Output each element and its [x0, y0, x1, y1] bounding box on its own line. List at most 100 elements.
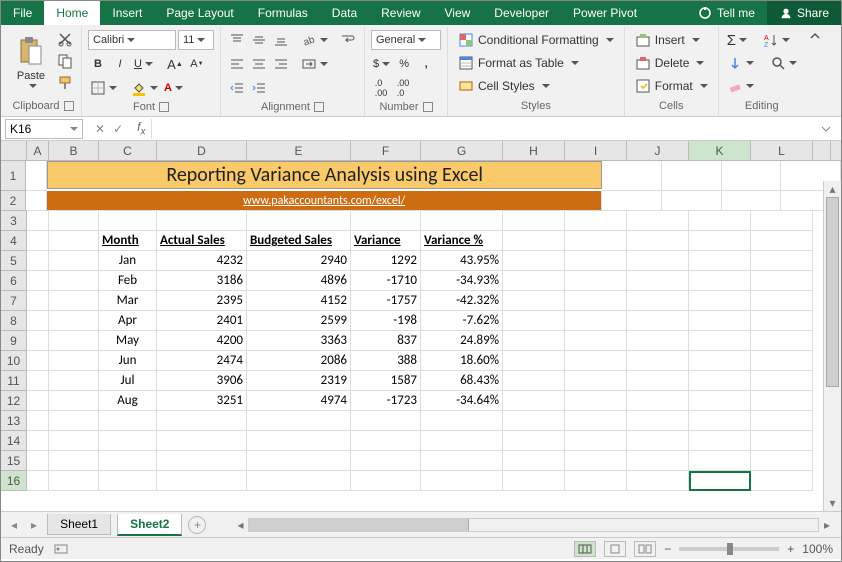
cell[interactable]: 2474 — [157, 351, 247, 371]
cell[interactable]: Variance % — [421, 231, 503, 251]
cell[interactable] — [751, 231, 813, 251]
formula-input[interactable] — [151, 119, 821, 139]
borders-button[interactable] — [88, 78, 119, 98]
cell[interactable] — [503, 411, 565, 431]
cell[interactable] — [627, 231, 689, 251]
cell[interactable] — [503, 251, 565, 271]
cell[interactable]: Mar — [99, 291, 157, 311]
add-sheet-button[interactable]: + — [188, 516, 206, 534]
orientation-button[interactable]: ab — [299, 30, 330, 50]
cell[interactable]: 2086 — [247, 351, 351, 371]
cell[interactable] — [751, 251, 813, 271]
fx-icon[interactable]: fx — [131, 120, 151, 137]
decrease-font-button[interactable]: A▼ — [187, 54, 207, 74]
cell[interactable]: 388 — [351, 351, 421, 371]
font-name-combo[interactable]: Calibri — [88, 30, 176, 50]
cell[interactable]: Jun — [99, 351, 157, 371]
cell[interactable] — [689, 271, 751, 291]
cell[interactable] — [49, 391, 99, 411]
cell[interactable]: 18.60% — [421, 351, 503, 371]
cell[interactable]: May — [99, 331, 157, 351]
cell[interactable]: Jan — [99, 251, 157, 271]
cell[interactable] — [503, 391, 565, 411]
cell[interactable] — [27, 451, 49, 471]
cell[interactable]: 3186 — [157, 271, 247, 291]
cell[interactable] — [99, 451, 157, 471]
cell[interactable]: Feb — [99, 271, 157, 291]
increase-decimal-button[interactable]: .0.00 — [371, 78, 391, 98]
cell[interactable]: 2940 — [247, 251, 351, 271]
cell[interactable]: 4200 — [157, 331, 247, 351]
cell[interactable] — [157, 211, 247, 231]
cell[interactable] — [565, 231, 627, 251]
cell[interactable] — [751, 291, 813, 311]
cell[interactable] — [27, 231, 49, 251]
cell[interactable] — [99, 471, 157, 491]
find-select-button[interactable] — [768, 53, 799, 73]
cell[interactable] — [565, 431, 627, 451]
insert-cells-button[interactable]: Insert — [631, 29, 712, 51]
sheet-nav-next[interactable]: ▸ — [27, 518, 41, 532]
cell[interactable]: -34.64% — [421, 391, 503, 411]
cell[interactable] — [689, 391, 751, 411]
cell[interactable] — [751, 391, 813, 411]
increase-font-button[interactable]: A▲ — [165, 54, 185, 74]
cell[interactable]: 3251 — [157, 391, 247, 411]
cell[interactable] — [627, 391, 689, 411]
col-header[interactable]: D — [157, 141, 247, 160]
cell[interactable] — [565, 411, 627, 431]
row-header[interactable]: 7 — [1, 291, 27, 311]
cell[interactable] — [27, 391, 49, 411]
cell[interactable] — [627, 331, 689, 351]
cell[interactable] — [627, 451, 689, 471]
cell[interactable] — [751, 331, 813, 351]
sheet-nav-prev[interactable]: ◂ — [7, 518, 21, 532]
cell[interactable] — [503, 291, 565, 311]
row-header[interactable]: 5 — [1, 251, 27, 271]
increase-indent-button[interactable] — [249, 78, 269, 98]
cell[interactable] — [565, 331, 627, 351]
cell[interactable] — [421, 471, 503, 491]
row-header[interactable]: 16 — [1, 471, 27, 491]
col-header[interactable]: F — [351, 141, 421, 160]
cell[interactable]: 1587 — [351, 371, 421, 391]
cell[interactable] — [751, 451, 813, 471]
cell[interactable] — [565, 311, 627, 331]
cell[interactable] — [49, 371, 99, 391]
col-header[interactable]: J — [627, 141, 689, 160]
title-cell[interactable]: Reporting Variance Analysis using Excel — [47, 161, 602, 189]
cell[interactable] — [627, 431, 689, 451]
cell[interactable]: 2319 — [247, 371, 351, 391]
cell[interactable] — [689, 371, 751, 391]
cell[interactable] — [503, 371, 565, 391]
cell[interactable] — [565, 351, 627, 371]
cell[interactable] — [49, 411, 99, 431]
align-left-button[interactable] — [227, 54, 247, 74]
cell[interactable] — [49, 231, 99, 251]
row-header[interactable]: 14 — [1, 431, 27, 451]
cell[interactable] — [351, 431, 421, 451]
cell[interactable] — [421, 451, 503, 471]
normal-view-button[interactable] — [574, 541, 596, 557]
cell[interactable] — [602, 161, 662, 191]
cell[interactable] — [722, 161, 782, 191]
page-break-view-button[interactable] — [634, 541, 656, 557]
cell[interactable]: Aug — [99, 391, 157, 411]
page-layout-view-button[interactable] — [604, 541, 626, 557]
cell[interactable] — [247, 431, 351, 451]
cell[interactable] — [503, 451, 565, 471]
row-header[interactable]: 15 — [1, 451, 27, 471]
cell[interactable]: Apr — [99, 311, 157, 331]
cell[interactable] — [565, 391, 627, 411]
cell[interactable] — [751, 211, 813, 231]
cell[interactable] — [27, 251, 49, 271]
cell[interactable]: Budgeted Sales — [247, 231, 351, 251]
cell[interactable] — [351, 451, 421, 471]
align-top-button[interactable] — [227, 30, 247, 50]
clear-button[interactable] — [725, 76, 756, 96]
cell[interactable] — [49, 471, 99, 491]
cell[interactable] — [689, 411, 751, 431]
cell[interactable]: 3363 — [247, 331, 351, 351]
underline-button[interactable]: U — [132, 54, 155, 74]
cell[interactable]: -7.62% — [421, 311, 503, 331]
